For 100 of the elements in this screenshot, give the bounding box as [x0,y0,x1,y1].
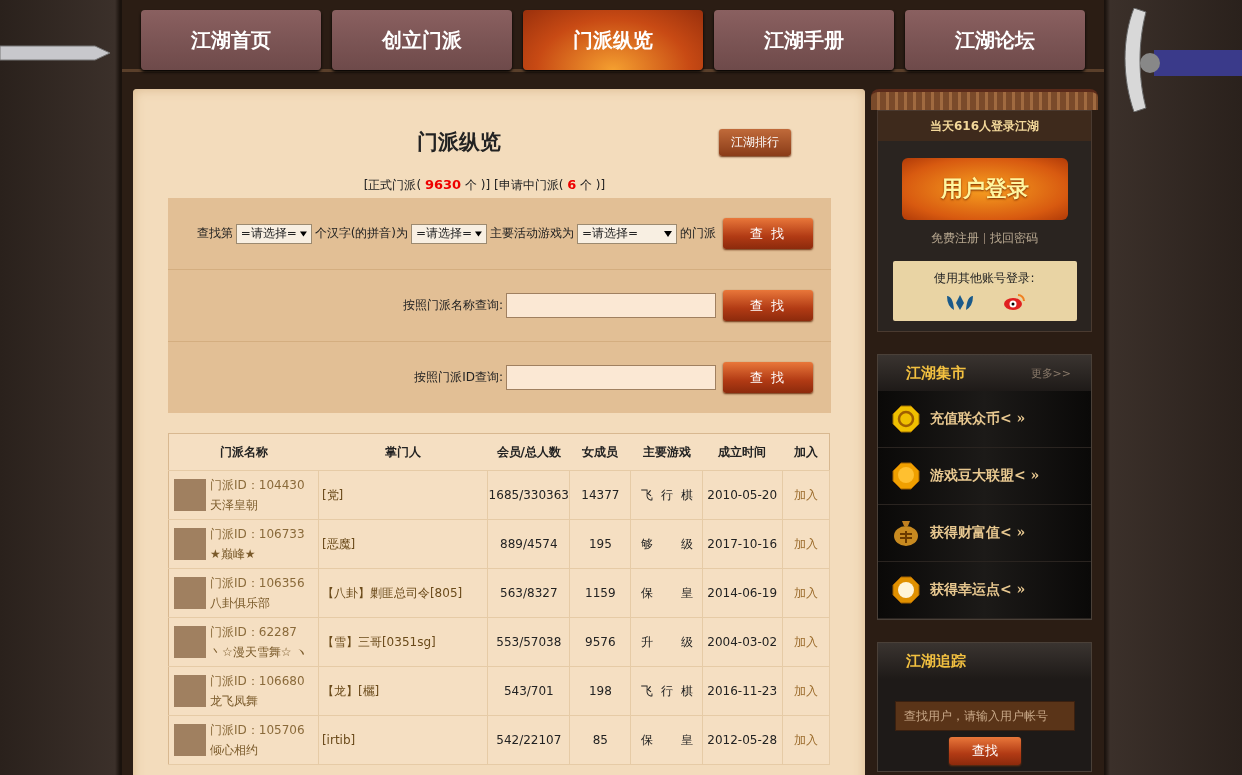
game-cell: 飞行棋 [640,486,693,504]
leader-cell: [党] [318,470,488,520]
column-header: 门派名称 [168,433,319,471]
leader-cell: [irtib] [318,715,488,765]
nav-tab[interactable]: 江湖首页 [141,10,321,70]
leader-cell: 【雪】三哥[0351sg] [318,617,488,667]
avatar-placeholder [174,626,206,658]
leader-cell: [恶魔] [318,519,488,569]
register-link[interactable]: 免费注册 [931,230,979,247]
join-link[interactable]: 加入 [793,487,818,502]
field-label: 按照门派ID查询: [414,369,503,386]
member-count-cell: 543/701 [487,666,570,716]
female-count-cell: 1159 [569,568,631,618]
market-link[interactable]: 获得幸运点< » [930,581,1026,599]
avatar-placeholder [174,724,206,756]
date-cell: 2012-05-28 [702,715,783,765]
clan-name: 丶☆漫天雪舞☆ ヽ [210,643,308,661]
join-link[interactable]: 加入 [793,536,818,551]
leader-cell: 【八卦】剿匪总司令[805] [318,568,488,618]
market-link[interactable]: 充值联众币< » [930,410,1026,428]
market-link[interactable]: 获得财富值< » [930,524,1026,542]
filter-label: 主要活动游戏为 [490,225,574,242]
coin-icon [892,405,920,433]
column-header: 女成员 [569,433,631,471]
female-count-cell: 14377 [569,470,631,520]
search-button[interactable]: 查 找 [723,218,813,249]
leader-cell: 【龙】[欐] [318,666,488,716]
dropdown-select[interactable]: =请选择= [235,223,312,244]
avatar-placeholder [174,675,206,707]
clan-name: 天泽皇朝 [210,496,259,514]
nav-tab[interactable]: 江湖手册 [714,10,894,70]
join-link[interactable]: 加入 [793,683,818,698]
date-cell: 2010-05-20 [702,470,783,520]
clan-id-input[interactable] [506,365,716,390]
avatar-placeholder [174,577,206,609]
dropdown-caret-icon [299,230,307,237]
dropdown-select[interactable]: =请选择= [577,223,677,244]
market-link[interactable]: 游戏豆大联盟< » [930,467,1040,485]
clan-id: 门派ID：104430 [210,476,305,494]
filter-label: 的门派 [680,225,716,242]
date-cell: 2016-11-23 [702,666,783,716]
field-label: 按照门派名称查询: [402,297,503,314]
nav-tab[interactable]: 创立门派 [332,10,512,70]
clan-id: 门派ID：105706 [210,721,305,739]
female-count-cell: 195 [569,519,631,569]
ranking-button[interactable]: 江湖排行 [719,128,791,156]
column-header: 加入 [782,433,830,471]
money-bag-icon [892,519,920,547]
female-count-cell: 198 [569,666,631,716]
female-count-cell: 9576 [569,617,631,667]
game-cell: 保皇 [640,731,693,749]
gem-icon [892,462,920,490]
join-link[interactable]: 加入 [793,634,818,649]
user-search-input[interactable]: 查找用户，请输入用户帐号 [894,701,1075,731]
member-count-cell: 542/22107 [487,715,570,765]
nav-tab[interactable]: 门派纵览 [523,10,703,70]
panel-title: 江湖追踪 [906,651,966,671]
member-count-cell: 553/57038 [487,617,570,667]
join-link[interactable]: 加入 [793,732,818,747]
avatar-placeholder [174,528,206,560]
member-count-cell: 1685/330363 [487,470,570,520]
dropdown-caret-icon [664,230,672,237]
more-link[interactable]: 更多>> [1030,365,1071,381]
other-login-label: 使用其他账号登录: [934,270,1035,287]
female-count-cell: 85 [569,715,631,765]
game-cell: 飞行棋 [640,682,693,700]
clan-id: 门派ID：106356 [210,574,305,592]
page-title: 门派纵览 [415,128,502,156]
clan-name: 龙飞凤舞 [210,692,259,710]
nav-tab[interactable]: 江湖论坛 [905,10,1085,70]
clan-id: 门派ID：106680 [210,672,305,690]
column-header: 成立时间 [702,433,783,471]
date-cell: 2004-03-02 [702,617,783,667]
search-button[interactable]: 查 找 [723,362,813,393]
column-header: 主要游戏 [630,433,703,471]
clan-name: 八卦俱乐部 [210,594,271,612]
date-cell: 2017-10-16 [702,519,783,569]
clan-count-summary: [正式门派( 9630 个 )] [申请中门派( 6 个 )] [362,177,607,194]
column-header: 会员/总人数 [487,433,570,471]
game-cell: 保皇 [640,584,693,602]
search-button[interactable]: 查找 [948,737,1021,765]
clan-id: 门派ID：62287 [210,623,298,641]
filter-label: 查找第 [196,225,233,242]
clan-name-input[interactable] [506,293,716,318]
dropdown-select[interactable]: =请选择= [411,223,487,244]
online-count: 当天616人登录江湖 [878,111,1091,141]
join-link[interactable]: 加入 [793,585,818,600]
avatar-placeholder [174,479,206,511]
panel-title: 江湖集市 [906,363,966,383]
recover-password-link[interactable]: 找回密码 [990,230,1038,247]
leaf-logo-icon[interactable] [944,294,975,310]
dropdown-caret-icon [475,230,482,237]
filter-label: 个汉字(的拼音)为 [314,225,408,242]
eye-logo-icon[interactable] [1002,293,1025,311]
member-count-cell: 563/8327 [487,568,570,618]
date-cell: 2014-06-19 [702,568,783,618]
clan-name: 倾心相约 [210,741,259,759]
game-cell: 够级 [640,535,693,553]
clan-name: ★巅峰★ [210,545,257,563]
search-button[interactable]: 查 找 [723,290,813,321]
